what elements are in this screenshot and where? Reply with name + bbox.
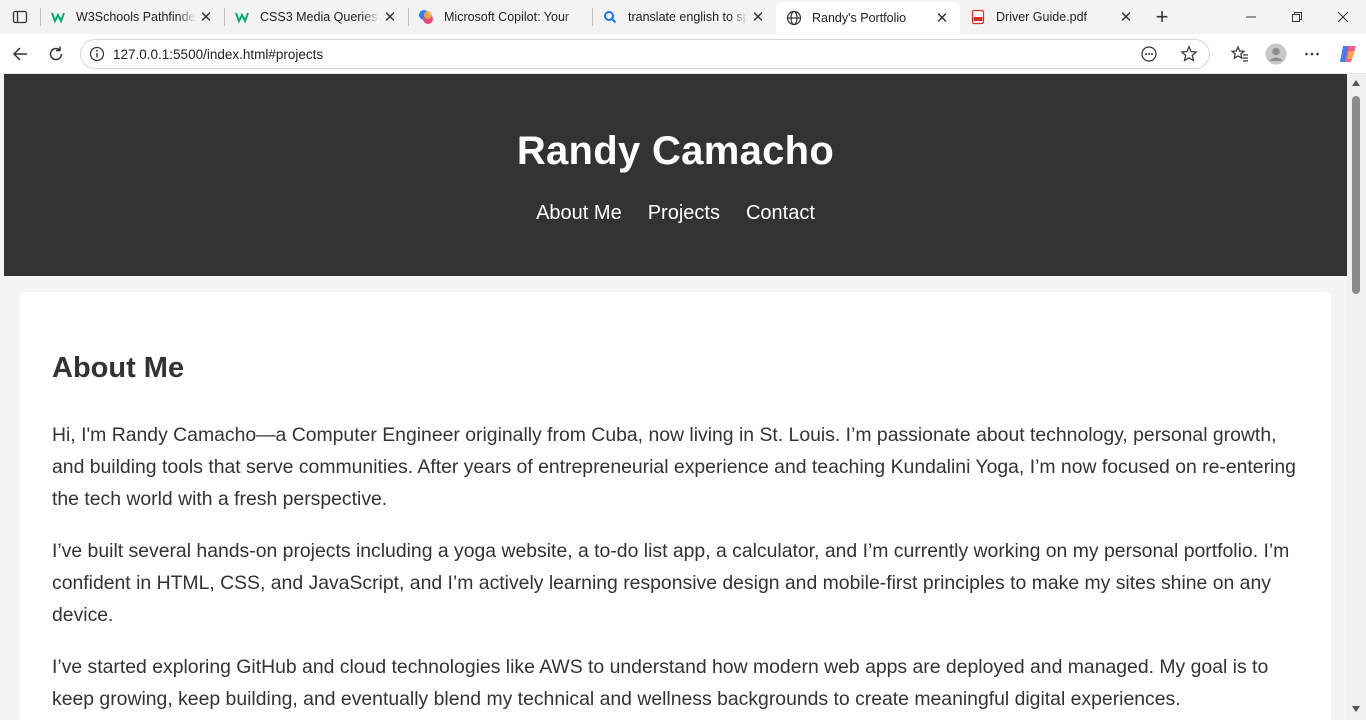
tab-separator [408, 8, 409, 26]
close-window-button[interactable] [1320, 0, 1366, 34]
tab-randys-portfolio[interactable]: Randy's Portfolio ✕ [776, 2, 960, 34]
favorites-button[interactable] [1222, 38, 1258, 70]
tab-separator [592, 8, 593, 26]
about-heading: About Me [52, 352, 185, 384]
refresh-icon [49, 46, 63, 60]
avatar-icon [1265, 43, 1287, 65]
about-paragraph-1: Hi, I'm Randy Camacho—a Computer Enginee… [52, 424, 1296, 510]
new-tab-button[interactable]: + [1144, 0, 1180, 34]
search-icon [602, 9, 618, 25]
minimize-button[interactable] [1228, 0, 1274, 34]
site-info-icon[interactable] [81, 46, 113, 62]
tab-title: translate english to spa [628, 10, 748, 24]
close-icon [1337, 11, 1349, 23]
w3schools-icon [234, 9, 250, 25]
about-paragraph-3: I’ve started exploring GitHub and cloud … [52, 656, 1269, 710]
window-controls [1228, 0, 1366, 34]
site-title: Randy Camacho [516, 129, 835, 173]
restore-icon [1292, 12, 1302, 22]
page-scrollbar[interactable] [1347, 74, 1366, 720]
close-icon[interactable]: ✕ [932, 8, 952, 28]
read-aloud-icon[interactable] [1129, 45, 1169, 63]
nav-link-projects[interactable]: Projects [648, 202, 720, 225]
close-icon[interactable]: ✕ [748, 7, 768, 27]
copilot-button[interactable] [1330, 38, 1366, 70]
tab-title: Microsoft Copilot: Your [444, 10, 570, 24]
url-text[interactable]: 127.0.0.1:5500/index.html#projects [113, 47, 1129, 62]
scroll-up-arrow-icon[interactable] [1352, 80, 1360, 86]
more-icon [1305, 52, 1319, 56]
tab-translate-search[interactable]: translate english to spa ✕ [592, 0, 776, 34]
page-viewport: Randy Camacho About Me Projects Contact … [4, 74, 1347, 720]
scrollbar-thumb[interactable] [1352, 96, 1360, 294]
favorite-star-icon[interactable] [1169, 45, 1209, 63]
address-bar[interactable]: 127.0.0.1:5500/index.html#projects [80, 39, 1210, 69]
plus-icon: + [1155, 4, 1169, 29]
favorites-icon [1231, 45, 1248, 62]
about-paragraph-2: I’ve built several hands-on projects inc… [52, 540, 1290, 626]
site-nav: About Me Projects Contact [4, 202, 1347, 225]
tab-separator [40, 8, 41, 26]
tab-css3-media-queries[interactable]: CSS3 Media Queries - E ✕ [224, 0, 408, 34]
scroll-down-arrow-icon[interactable] [1352, 706, 1360, 712]
tab-separator [224, 8, 225, 26]
tab-actions-icon [12, 10, 28, 24]
tab-actions-button[interactable] [0, 0, 40, 34]
copilot-icon [418, 9, 434, 25]
back-arrow-icon [12, 46, 27, 61]
copilot-icon [1340, 46, 1356, 62]
tab-title: Randy's Portfolio [812, 11, 907, 25]
restore-button[interactable] [1274, 0, 1320, 34]
tab-title: Driver Guide.pdf [996, 10, 1088, 24]
close-icon[interactable]: ✕ [380, 7, 400, 27]
settings-more-button[interactable] [1294, 38, 1330, 70]
tab-microsoft-copilot[interactable]: Microsoft Copilot: Your [408, 0, 592, 34]
nav-link-contact[interactable]: Contact [746, 202, 815, 225]
about-section: About Me Hi, I'm Randy Camacho—a Compute… [20, 292, 1331, 720]
profile-button[interactable] [1258, 38, 1294, 70]
refresh-button[interactable] [38, 38, 74, 70]
tab-driver-guide-pdf[interactable]: Driver Guide.pdf ✕ [960, 0, 1144, 34]
nav-link-about-me[interactable]: About Me [536, 202, 622, 225]
browser-toolbar: 127.0.0.1:5500/index.html#projects [0, 34, 1366, 74]
tab-w3schools-pathfinder[interactable]: W3Schools Pathfinder ✕ [40, 0, 224, 34]
tab-title: CSS3 Media Queries - E [260, 10, 380, 24]
tab-title: W3Schools Pathfinder [76, 10, 196, 24]
toolbar-right [1222, 38, 1366, 70]
close-icon[interactable]: ✕ [1116, 7, 1136, 27]
close-icon[interactable]: ✕ [196, 7, 216, 27]
site-header: Randy Camacho About Me Projects Contact [4, 74, 1347, 276]
pdf-icon [970, 9, 986, 25]
w3schools-icon [50, 9, 66, 25]
globe-icon [786, 10, 802, 26]
minimize-icon [1246, 16, 1256, 18]
back-button[interactable] [2, 38, 38, 70]
tab-strip: W3Schools Pathfinder ✕ CSS3 Media Querie… [0, 0, 1366, 34]
